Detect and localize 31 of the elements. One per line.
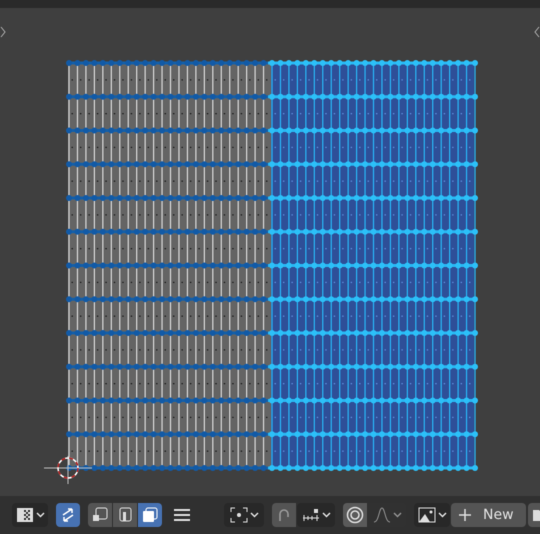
caret-icon bbox=[250, 512, 258, 518]
target-icon bbox=[346, 506, 364, 524]
caret-icon bbox=[438, 512, 446, 518]
select-mode-button[interactable] bbox=[138, 503, 162, 527]
image-icon bbox=[418, 507, 436, 523]
pivot-dropdown[interactable] bbox=[224, 503, 264, 527]
snap-toggle[interactable] bbox=[272, 503, 296, 527]
sidebar-toggle-icon[interactable] bbox=[0, 26, 6, 38]
plus-icon bbox=[459, 509, 471, 521]
select-mode-button[interactable] bbox=[88, 503, 112, 527]
pivot-icon bbox=[230, 507, 248, 523]
cursor-icon bbox=[44, 456, 92, 484]
increment-icon bbox=[302, 508, 320, 522]
face-select-icon bbox=[142, 507, 158, 523]
editor-type-button[interactable] bbox=[12, 503, 48, 527]
caret-icon bbox=[36, 512, 44, 518]
image-browse-dropdown[interactable] bbox=[414, 503, 450, 527]
arrows-icon bbox=[60, 507, 76, 523]
vertex-select-icon bbox=[92, 507, 108, 523]
proportional-editing-toggle[interactable] bbox=[343, 503, 367, 527]
caret-icon bbox=[392, 512, 402, 518]
sync-selection-toggle[interactable] bbox=[56, 503, 80, 527]
sidebar-toggle-icon[interactable] bbox=[534, 26, 540, 38]
select-mode-button[interactable] bbox=[113, 503, 137, 527]
grid-icon bbox=[16, 507, 34, 523]
caret-icon bbox=[322, 512, 330, 518]
snap-mode-dropdown[interactable] bbox=[297, 503, 335, 527]
new-button[interactable]: New bbox=[451, 503, 526, 527]
curve-icon bbox=[372, 507, 390, 523]
magnet-icon bbox=[276, 507, 292, 523]
edge-select-icon bbox=[117, 507, 133, 523]
